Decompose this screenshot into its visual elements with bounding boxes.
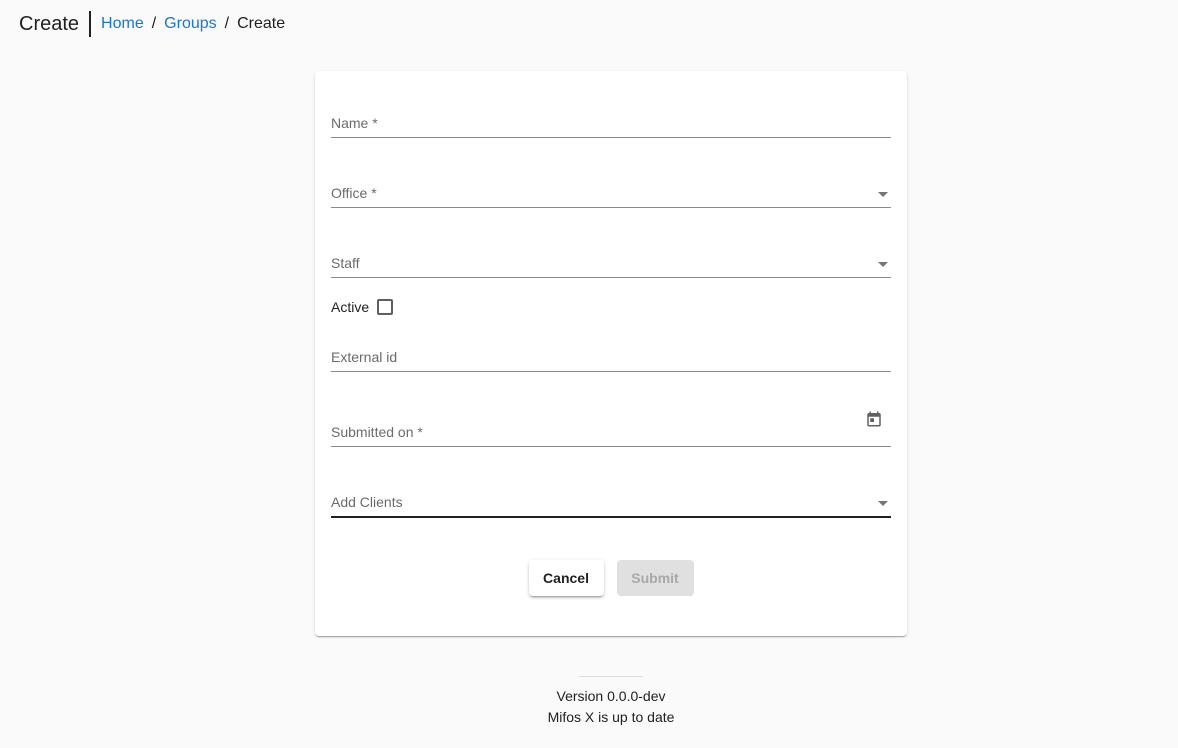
active-checkbox-label: Active [331, 299, 370, 315]
breadcrumb-groups-link[interactable]: Groups [164, 15, 216, 33]
page-title: Create [19, 11, 92, 37]
version-text: Version 0.0.0-dev [556, 688, 666, 704]
add-clients-select-label: Add Clients [331, 494, 403, 510]
breadcrumb-separator: / [151, 15, 157, 32]
submit-button[interactable]: Submit [616, 560, 694, 596]
breadcrumb: Home / Groups / Create [101, 15, 285, 33]
breadcrumb-home-link[interactable]: Home [101, 15, 144, 33]
arrow-drop-down-icon [878, 262, 888, 267]
active-checkbox-row: Active [331, 299, 394, 315]
arrow-drop-down-icon [878, 192, 888, 197]
external-id-field[interactable]: External id [331, 343, 891, 372]
update-status-text: Mifos X is up to date [547, 709, 675, 725]
footer: Version 0.0.0-dev Mifos X is up to date [0, 676, 1178, 728]
arrow-drop-down-icon [878, 501, 888, 506]
staff-select[interactable]: Staff [331, 249, 891, 278]
staff-select-label: Staff [331, 255, 360, 271]
name-field[interactable]: Name * [331, 109, 891, 138]
add-clients-select[interactable]: Add Clients [331, 488, 891, 518]
page-header: Create Home / Groups / Create [19, 10, 285, 38]
form-actions: Cancel Submit [315, 560, 907, 596]
breadcrumb-current: Create [237, 15, 286, 32]
name-field-label: Name * [331, 115, 378, 131]
external-id-field-label: External id [331, 349, 398, 365]
submitted-on-field[interactable]: Submitted on * [331, 411, 891, 447]
active-checkbox[interactable] [377, 299, 394, 315]
submitted-on-field-label: Submitted on * [331, 424, 423, 440]
footer-divider [579, 676, 643, 677]
create-group-form-card: Name * Office * Staff Active External id… [315, 71, 907, 636]
office-select[interactable]: Office * [331, 179, 891, 208]
breadcrumb-separator: / [224, 15, 230, 32]
calendar-icon[interactable] [865, 410, 883, 428]
office-select-label: Office * [331, 185, 377, 201]
cancel-button[interactable]: Cancel [528, 560, 604, 596]
